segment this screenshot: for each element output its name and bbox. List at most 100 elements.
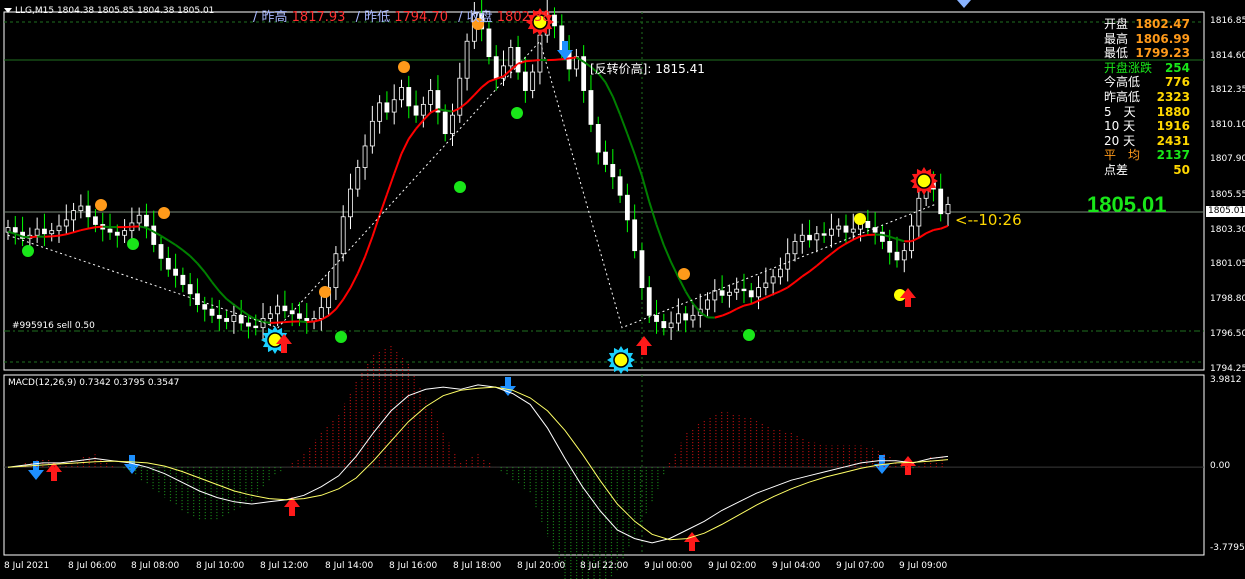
time-axis-tick: 8 Jul 2021 — [4, 561, 50, 571]
candle-body — [770, 276, 776, 284]
ma-segment — [488, 77, 497, 83]
ma-segment — [787, 281, 796, 289]
stats-label: 平 均 — [1104, 148, 1141, 163]
candle-body — [348, 188, 353, 218]
macd-axis-tick: 3.9812 — [1210, 375, 1242, 385]
ma-segment — [87, 226, 96, 230]
buy-arrow-icon — [636, 336, 652, 355]
candle-body — [705, 299, 710, 310]
candle-body — [413, 105, 419, 116]
ma-segment — [51, 234, 60, 238]
ma-segment — [364, 236, 374, 258]
price-axis-tick: 1807.90 — [1210, 153, 1245, 164]
macd-chart-frame — [3, 374, 1205, 556]
ma-segment — [385, 173, 396, 195]
signal-dot-icon — [22, 245, 34, 257]
ma-segment — [940, 224, 949, 230]
candle-body — [756, 287, 761, 298]
stats-value: 2323 — [1156, 89, 1190, 104]
ma-segment — [175, 244, 184, 252]
price-axis-tick: 1803.30 — [1210, 224, 1245, 235]
ma-segment — [765, 293, 774, 299]
ma-segment — [852, 235, 861, 241]
candle-body — [537, 34, 543, 73]
ma-segment — [349, 272, 359, 289]
ma-segment — [626, 133, 636, 155]
candle-body — [224, 318, 230, 322]
candle-body — [508, 47, 514, 67]
time-axis-tick: 8 Jul 12:00 — [260, 561, 309, 571]
symbol-header: LLG,M15 1804.38 1805.85 1804.38 1805.01 — [4, 6, 214, 16]
stats-value: 254 — [1164, 60, 1190, 75]
candle-body — [238, 314, 244, 324]
ma-segment — [138, 225, 147, 229]
ma-segment — [233, 303, 242, 311]
candle-body — [945, 204, 951, 215]
candle-body — [894, 251, 900, 261]
time-axis-tick: 8 Jul 14:00 — [325, 561, 374, 571]
ma-segment — [211, 281, 221, 292]
ma-segment — [801, 270, 811, 278]
time-axis-tick: 8 Jul 18:00 — [453, 561, 502, 571]
candle-body — [610, 164, 616, 178]
signal-dot-icon — [678, 268, 690, 280]
zigzag-line — [7, 40, 936, 329]
candle-body — [778, 268, 783, 278]
ma-segment — [816, 258, 825, 267]
ma-segment — [568, 56, 577, 60]
price-axis-tick: 1805.55 — [1210, 190, 1245, 200]
price-chart[interactable] — [0, 0, 1245, 579]
ma-segment — [860, 233, 869, 238]
candle-body — [843, 225, 849, 233]
price-axis-tick: 1810.10 — [1210, 119, 1245, 130]
ma-segment — [225, 298, 235, 306]
candle-body — [901, 250, 907, 261]
ma-segment — [66, 231, 74, 236]
time-axis-tick: 9 Jul 00:00 — [644, 561, 693, 571]
candle-body — [151, 225, 157, 245]
candle-body — [399, 87, 404, 101]
stats-row: 开盘涨跌 254 — [1104, 61, 1190, 76]
stats-panel: 开盘 1802.47 最高 1806.99 最低 1799.23 开盘涨跌 254 今高低 776… — [1104, 17, 1190, 178]
candle-body — [829, 228, 834, 236]
signal-dot-icon — [511, 107, 523, 119]
ma-segment — [80, 227, 89, 232]
candle-body — [187, 284, 193, 295]
price-axis-tick: 1801.05 — [1210, 259, 1245, 270]
ma-segment — [327, 308, 337, 317]
candle-body — [668, 322, 674, 329]
stats-label: 昨高低 — [1104, 89, 1141, 104]
prev-day-info: / 昨高 1817.93 / 昨低 1794.70 / 收盘 1802.38 — [253, 10, 551, 25]
candle-body — [887, 241, 893, 253]
order-label: #995916 sell 0.50 — [12, 321, 95, 331]
candle-body — [282, 305, 288, 312]
ma-segment — [933, 227, 941, 232]
signal-dot-icon — [743, 329, 755, 341]
ma-segment — [830, 247, 840, 255]
ma-segment — [371, 214, 381, 238]
candle-body — [588, 90, 594, 125]
chart-shift-icon[interactable] — [957, 0, 971, 8]
stats-label: 开盘 — [1104, 17, 1129, 31]
candle-body — [297, 313, 302, 319]
stats-value: 2137 — [1156, 148, 1190, 163]
candle-body — [216, 314, 222, 319]
price-axis-tick: 1798.80 — [1210, 293, 1245, 304]
stats-value: 1806.99 — [1135, 31, 1190, 46]
ma-segment — [407, 128, 417, 140]
price-axis-tick: 1816.85 — [1210, 16, 1245, 26]
candle-body — [362, 145, 368, 168]
stats-value: 1799.23 — [1135, 46, 1190, 61]
candle-body — [158, 244, 164, 259]
stats-row: 5 天 1880 — [1104, 105, 1190, 120]
dropdown-icon[interactable] — [4, 8, 12, 13]
ma-segment — [160, 235, 169, 242]
candle-body — [938, 188, 944, 215]
ma-segment — [167, 239, 177, 246]
ma-segment — [604, 81, 614, 97]
candle-body — [683, 313, 689, 321]
ma-segment — [299, 320, 307, 323]
time-axis-tick: 9 Jul 09:00 — [899, 561, 948, 571]
stats-label: 5 天 — [1104, 104, 1136, 119]
candle-body — [136, 214, 142, 224]
